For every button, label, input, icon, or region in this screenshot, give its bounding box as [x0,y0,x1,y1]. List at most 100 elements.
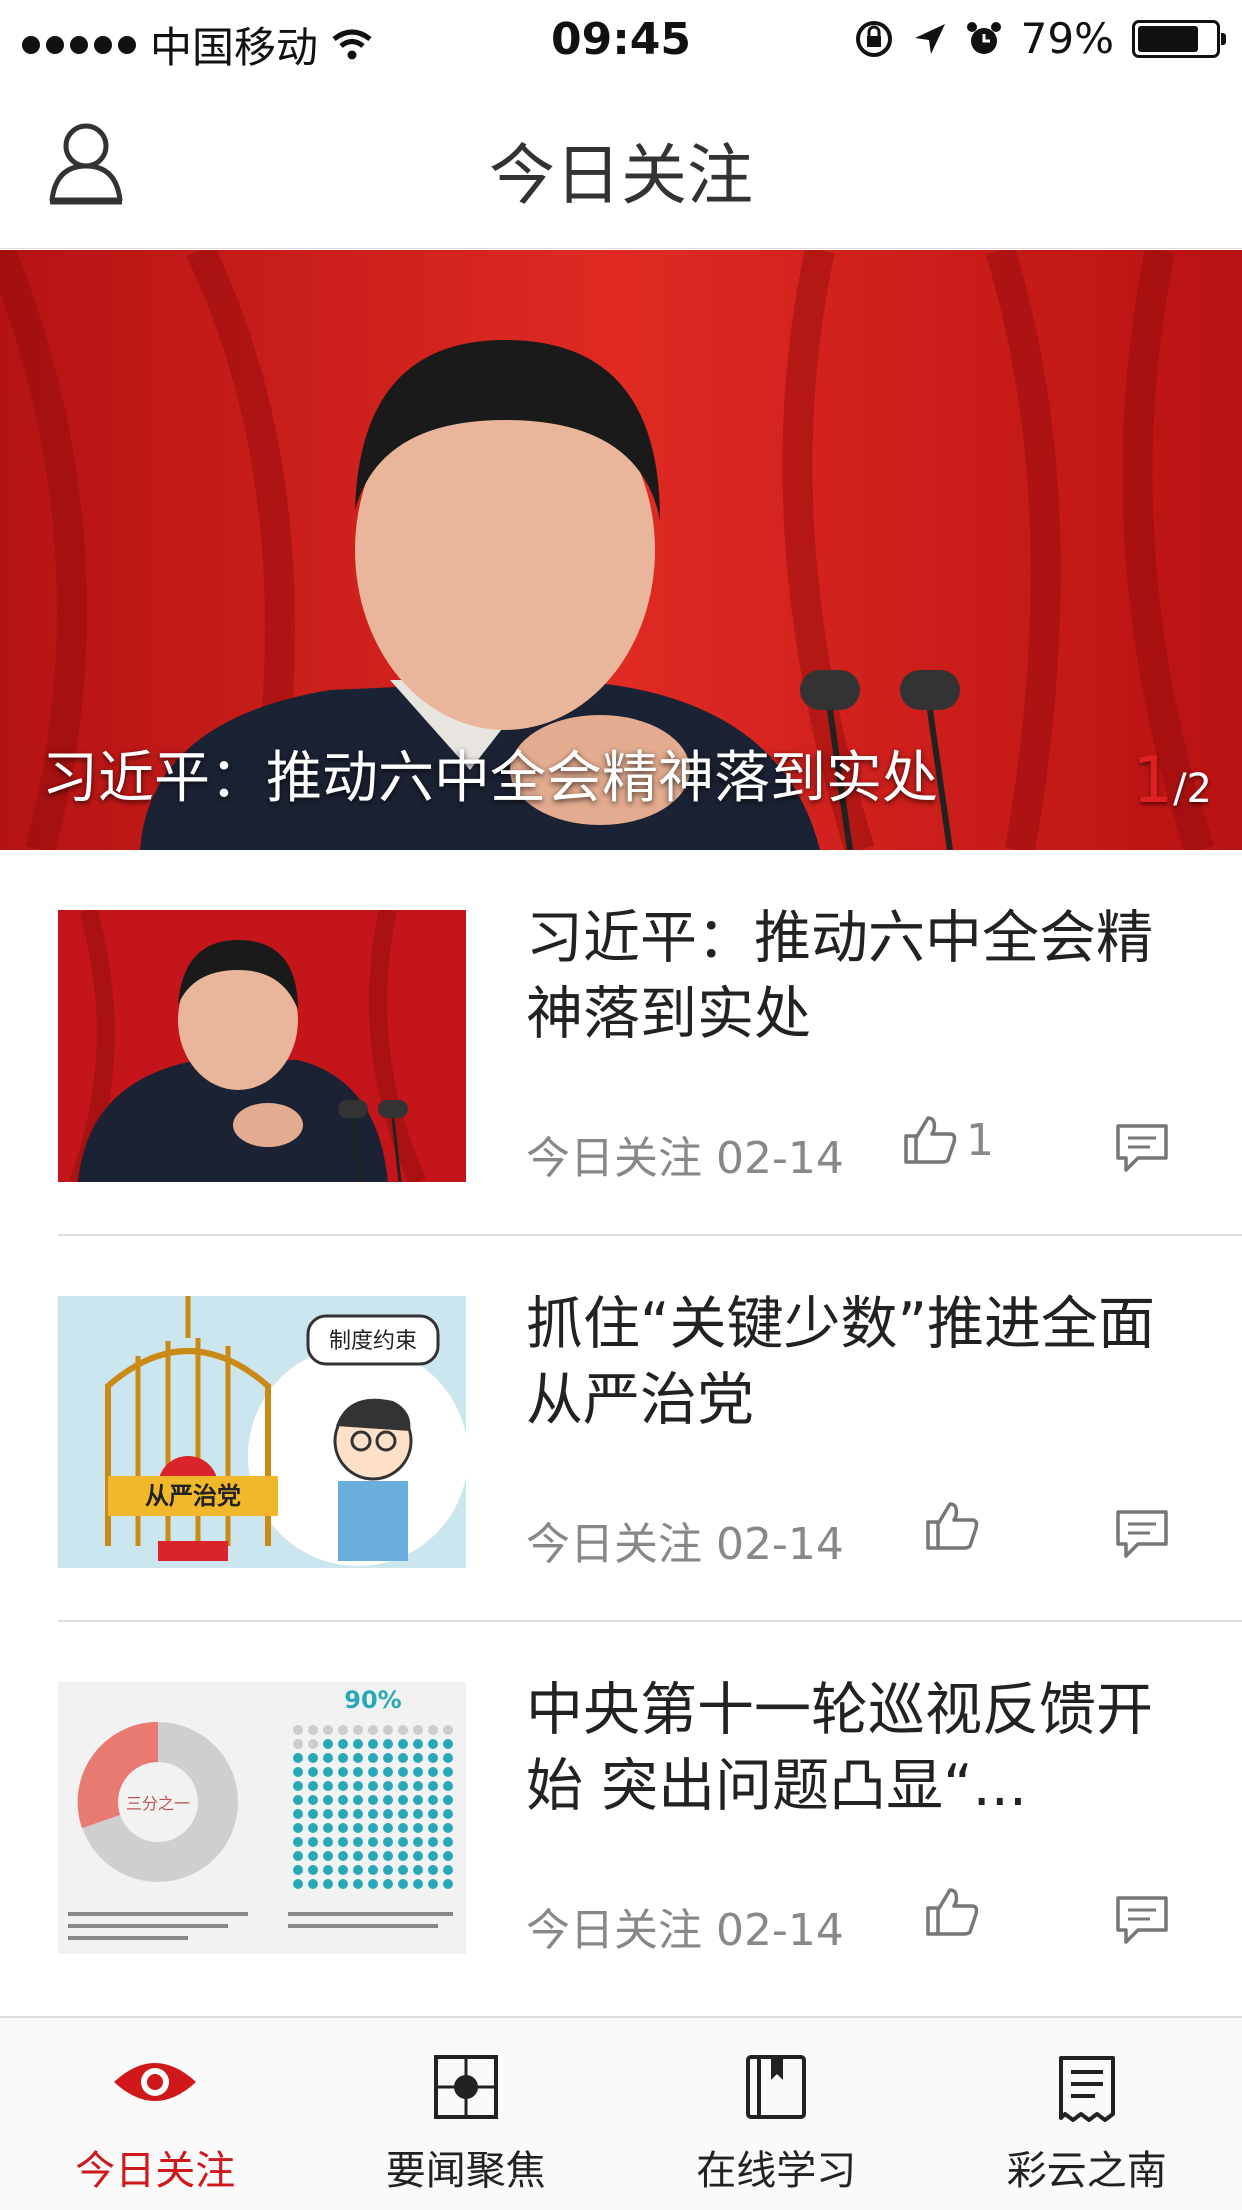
news-item[interactable]: 从严治党 制度约束 抓住“关键少数”推进全面从严治党 今日关注 02-14 [0,1236,1242,1622]
dot [353,1795,363,1805]
hero-banner[interactable]: 习近平：推动六中全会精神落到实处 1/2 [0,250,1242,850]
dot [338,1809,348,1819]
dot [383,1739,393,1749]
dot [338,1865,348,1875]
eye-icon [110,2054,200,2110]
dot [338,1823,348,1833]
dot [398,1753,408,1763]
news-item[interactable]: 三分之一 90% 中央第十一轮巡视反馈开始 突出问题凸显“... 今日关注 02… [0,1622,1242,2008]
dot [413,1767,423,1777]
news-item[interactable]: 习近平：推动六中全会精神落到实处 今日关注 02-14 1 [0,850,1242,1236]
tab-label: 要闻聚焦 [311,2138,622,2196]
dot [323,1809,333,1819]
dot [368,1795,378,1805]
dot [308,1865,318,1875]
dot [338,1851,348,1861]
dot [293,1795,303,1805]
dot [338,1837,348,1847]
dot [293,1837,303,1847]
dot [323,1823,333,1833]
dot [413,1851,423,1861]
dot [443,1851,453,1861]
tab-yunnan[interactable]: 彩云之南 [932,2018,1242,2210]
battery-icon [1132,20,1220,58]
like-button[interactable] [902,1886,980,1938]
dot [383,1851,393,1861]
dot [398,1767,408,1777]
dot [383,1795,393,1805]
dot [323,1865,333,1875]
dot [353,1823,363,1833]
dot [428,1739,438,1749]
dot [428,1851,438,1861]
pager-total: /2 [1173,766,1212,812]
location-arrow-icon [913,22,947,56]
dot [443,1753,453,1763]
like-button[interactable]: 1 [902,1114,994,1166]
dot [293,1753,303,1763]
tab-news-focus[interactable]: 要闻聚焦 [311,2018,622,2210]
dot [308,1781,318,1791]
dot [338,1753,348,1763]
dot [428,1753,438,1763]
dot [443,1837,453,1847]
news-source-date: 今日关注 02-14 [526,1508,844,1572]
dot [413,1753,423,1763]
like-button[interactable] [902,1500,980,1552]
dot [368,1739,378,1749]
dot [308,1767,318,1777]
comment-icon[interactable] [1114,1508,1170,1560]
tab-bar: 今日关注 要闻聚焦 在线学习 彩云之南 [0,2016,1242,2210]
dot [383,1725,393,1735]
pager-current: 1 [1132,744,1173,818]
dot [293,1781,303,1791]
dot [383,1781,393,1791]
comment-icon[interactable] [1114,1894,1170,1946]
dot [428,1879,438,1889]
dot [428,1781,438,1791]
dot [308,1725,318,1735]
comment-icon[interactable] [1114,1122,1170,1174]
tab-online-learning[interactable]: 在线学习 [621,2018,932,2210]
rotation-lock-icon [853,18,895,60]
dot [323,1725,333,1735]
status-right: 79% [853,14,1220,63]
dot [428,1865,438,1875]
news-headline: 中央第十一轮巡视反馈开始 突出问题凸显“... [526,1672,1186,1824]
dot [338,1781,348,1791]
dot [353,1753,363,1763]
alarm-icon [965,20,1003,58]
dot [353,1781,363,1791]
dot [323,1753,333,1763]
dot [353,1851,363,1861]
dot [398,1865,408,1875]
news-thumbnail: 三分之一 90% [58,1682,466,1954]
news-source-date: 今日关注 02-14 [526,1122,844,1186]
dot [443,1809,453,1819]
dot [383,1837,393,1847]
dot [413,1809,423,1819]
document-icon [1057,2054,1117,2124]
dot [353,1767,363,1777]
nav-bar: 今日关注 [0,78,1242,249]
focus-icon [433,2054,499,2120]
dot [398,1725,408,1735]
thumb-label-2: 三分之一 [126,1794,190,1813]
dot [368,1851,378,1861]
dot [398,1837,408,1847]
thumb-label-2: 制度约束 [329,1329,417,1354]
tab-label: 今日关注 [0,2138,311,2196]
dot [413,1739,423,1749]
dot [338,1767,348,1777]
dot [323,1851,333,1861]
dot [428,1795,438,1805]
dot [398,1879,408,1889]
tab-today-focus[interactable]: 今日关注 [0,2018,311,2210]
dot [413,1823,423,1833]
dot [398,1795,408,1805]
dot [308,1837,318,1847]
news-thumbnail [58,910,466,1182]
dot [383,1865,393,1875]
book-icon [745,2054,807,2120]
dot [338,1739,348,1749]
